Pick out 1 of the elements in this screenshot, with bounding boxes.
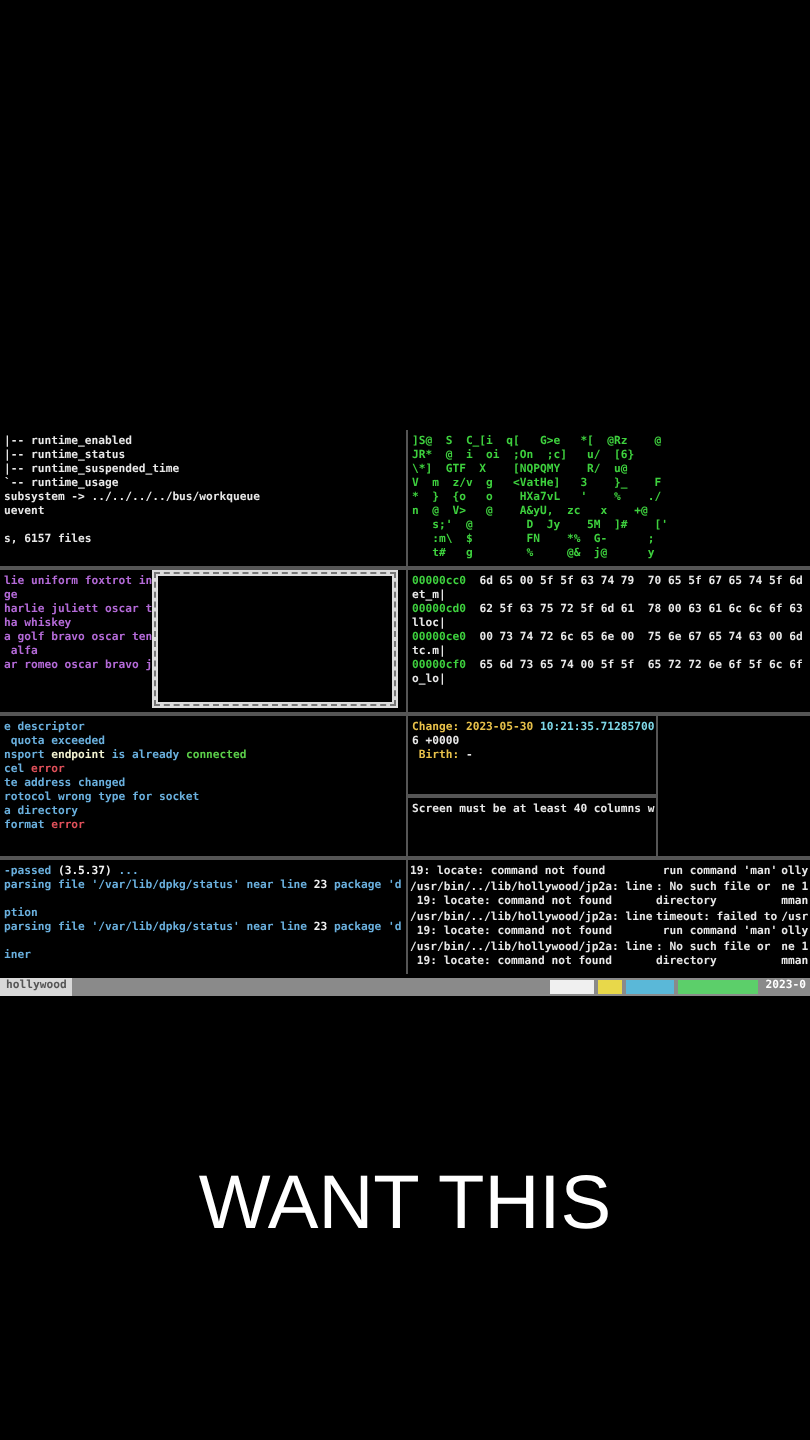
- caption: WANT THIS: [198, 1162, 612, 1248]
